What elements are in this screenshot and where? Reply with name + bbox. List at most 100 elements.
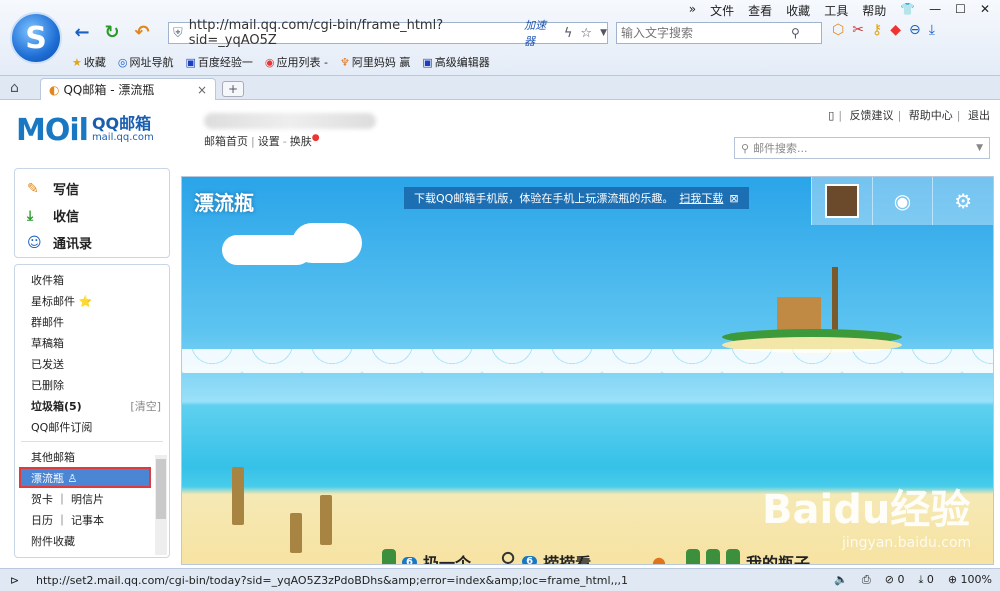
undo-icon[interactable]: ↶ xyxy=(130,20,154,44)
folder-subscriptions[interactable]: QQ邮件订阅 xyxy=(15,416,169,437)
user-avatar-button[interactable] xyxy=(811,177,872,225)
chevron-down-icon[interactable]: ▼ xyxy=(976,143,983,153)
bookmark-nav[interactable]: ◎ 网址导航 xyxy=(118,54,174,70)
notice-download-link[interactable]: 扫我下载 xyxy=(679,190,723,206)
compose-button[interactable]: ✎ 写信 xyxy=(27,175,157,202)
menu-item-favorites[interactable]: 收藏 xyxy=(786,2,810,19)
link-mail-home[interactable]: 邮箱首页 xyxy=(204,135,248,148)
contacts-button[interactable]: ☺ 通讯录 xyxy=(27,229,157,256)
bottle-icon xyxy=(705,549,720,564)
sidebar-toggle-icon[interactable]: ⊳ xyxy=(10,574,19,587)
link-help[interactable]: 帮助中心 xyxy=(909,109,953,122)
bottle-icon xyxy=(725,549,740,564)
download-indicator[interactable]: ⤓ 0 xyxy=(918,573,933,587)
volume-icon[interactable]: 🔈 xyxy=(834,573,848,587)
lightning-icon[interactable]: ϟ xyxy=(564,26,573,41)
bookmark-apps[interactable]: ◉ 应用列表 - xyxy=(265,54,328,70)
address-bar[interactable]: ⛨ http://mail.qq.com/cgi-bin/frame_html?… xyxy=(168,18,608,48)
new-tab-button[interactable]: + xyxy=(222,81,244,97)
scissors-icon[interactable]: ✂ xyxy=(852,22,864,38)
sidebar-scrollbar[interactable] xyxy=(155,455,167,555)
folder-starred[interactable]: 星标邮件 ⭐ xyxy=(15,290,169,311)
browser-search[interactable]: ⚲ xyxy=(616,22,822,44)
folder-inbox[interactable]: 收件箱 xyxy=(15,269,169,290)
favorite-star-icon[interactable]: ☆ xyxy=(580,26,592,41)
notice-text: 下载QQ邮箱手机版，体验在手机上玩漂流瓶的乐趣。 xyxy=(414,192,674,205)
tab-qq-mail[interactable]: ◐ QQ邮箱 - 漂流瓶 × xyxy=(40,78,216,100)
extension-icon[interactable]: ⬡ xyxy=(832,22,844,38)
folder-other-mailboxes[interactable]: 其他邮箱 xyxy=(15,446,169,467)
folder-spam-label: 垃圾箱(5) xyxy=(31,399,82,413)
baidu-watermark: Baidu经验 jingyan.baidu.com xyxy=(762,477,971,551)
link-skin[interactable]: 换肤 xyxy=(290,135,312,148)
throw-bottle-button[interactable]: 6 扔一个 xyxy=(382,549,471,564)
settings-icon[interactable]: ⊖ xyxy=(909,22,921,38)
folder-calendar[interactable]: 日历 ｜ 记事本 xyxy=(15,509,169,530)
bookmark-label: 百度经验一 xyxy=(197,56,253,69)
folder-cards[interactable]: 贺卡 ｜ 明信片 xyxy=(15,488,169,509)
maximize-icon[interactable]: ☐ xyxy=(955,2,966,19)
folder-spam[interactable]: 垃圾箱(5) [清空] xyxy=(15,395,169,416)
zoom-indicator[interactable]: ⊕ 100% xyxy=(948,573,992,587)
fish-bottle-button[interactable]: ⚲ 6 捞捞看 xyxy=(500,549,591,564)
mobile-icon[interactable]: ▯ xyxy=(828,109,834,122)
scrollbar-thumb[interactable] xyxy=(156,459,166,519)
search-icon[interactable]: ⚲ xyxy=(791,26,800,40)
tab-close-icon[interactable]: × xyxy=(197,83,207,97)
wooden-post-image xyxy=(320,495,332,545)
fish-count-badge: 6 xyxy=(522,556,538,564)
folder-deleted[interactable]: 已删除 xyxy=(15,374,169,395)
browser-search-input[interactable] xyxy=(621,26,791,40)
notice-close-icon[interactable]: ⊠ xyxy=(729,192,738,205)
menu-item-help[interactable]: 帮助 xyxy=(862,2,886,19)
alimama-icon: ♆ xyxy=(339,56,350,69)
folder-group[interactable]: 群邮件 xyxy=(15,311,169,332)
adblock-icon: ⊘ xyxy=(884,573,894,586)
wooden-post-image xyxy=(232,467,244,525)
accelerator-label[interactable]: 加速器 xyxy=(524,17,556,49)
download-icon: ⤓ xyxy=(918,573,924,586)
mail-search-input[interactable]: 邮件搜索... xyxy=(753,140,808,156)
close-icon[interactable]: ✕ xyxy=(980,2,990,19)
bookmark-favorites[interactable]: ★ 收藏 xyxy=(72,54,106,70)
key-icon[interactable]: ⚷ xyxy=(872,22,882,38)
link-settings[interactable]: 设置 xyxy=(258,135,280,148)
minimize-icon[interactable]: — xyxy=(929,2,941,19)
folder-attachments[interactable]: 附件收藏 xyxy=(15,530,169,551)
pencil-icon: ✎ xyxy=(27,180,39,197)
compose-panel: ✎ 写信 ⤓ 收信 ☺ 通讯录 xyxy=(14,168,170,258)
clear-spam-link[interactable]: [清空] xyxy=(130,398,161,414)
shirt-icon[interactable]: 👕 xyxy=(900,2,915,19)
bookmark-alimama[interactable]: ♆ 阿里妈妈 赢 xyxy=(340,54,410,70)
menu-item-tools[interactable]: 工具 xyxy=(824,2,848,19)
home-icon[interactable]: ⌂ xyxy=(10,80,19,96)
printer-icon[interactable]: ⎙ xyxy=(862,573,871,587)
browser-logo-icon[interactable]: S xyxy=(10,12,62,64)
refresh-icon[interactable]: ↻ xyxy=(100,20,124,44)
compose-label: 写信 xyxy=(53,183,80,198)
folder-sent[interactable]: 已发送 xyxy=(15,353,169,374)
menu-item-view[interactable]: 查看 xyxy=(748,2,772,19)
mail-search[interactable]: ⚲ 邮件搜索... ▼ xyxy=(734,137,990,159)
logo-title: QQ邮箱 xyxy=(91,113,152,133)
qq-mail-logo[interactable]: MOil QQ邮箱 mail.qq.com xyxy=(16,113,154,148)
gear-icon[interactable]: ⚙ xyxy=(932,177,993,225)
folder-drift-bottle[interactable]: 漂流瓶 ♙ xyxy=(19,467,151,488)
back-icon[interactable]: ← xyxy=(70,20,94,44)
bookmark-editor[interactable]: ▣ 高级编辑器 xyxy=(422,54,489,70)
chevron-down-icon[interactable]: ▼ xyxy=(600,28,607,38)
menu-item-file[interactable]: 文件 xyxy=(710,2,734,19)
adblock-indicator[interactable]: ⊘ 0 xyxy=(885,573,905,587)
tab-title: QQ邮箱 - 漂流瓶 xyxy=(63,83,155,97)
folder-drafts[interactable]: 草稿箱 xyxy=(15,332,169,353)
menu-item-more[interactable]: » xyxy=(689,2,696,19)
my-bottles-button[interactable]: ● 我的瓶子 xyxy=(652,549,810,564)
game-icon[interactable]: ◆ xyxy=(890,22,901,38)
eye-icon[interactable]: ◉ xyxy=(871,177,933,225)
link-feedback[interactable]: 反馈建议 xyxy=(850,109,894,122)
contacts-icon: ☺ xyxy=(27,234,42,251)
download-icon[interactable]: ⤓ xyxy=(929,22,935,38)
bookmark-baidu[interactable]: ▣ 百度经验一 xyxy=(185,54,252,70)
link-logout[interactable]: 退出 xyxy=(968,109,990,122)
receive-button[interactable]: ⤓ 收信 xyxy=(27,202,157,229)
